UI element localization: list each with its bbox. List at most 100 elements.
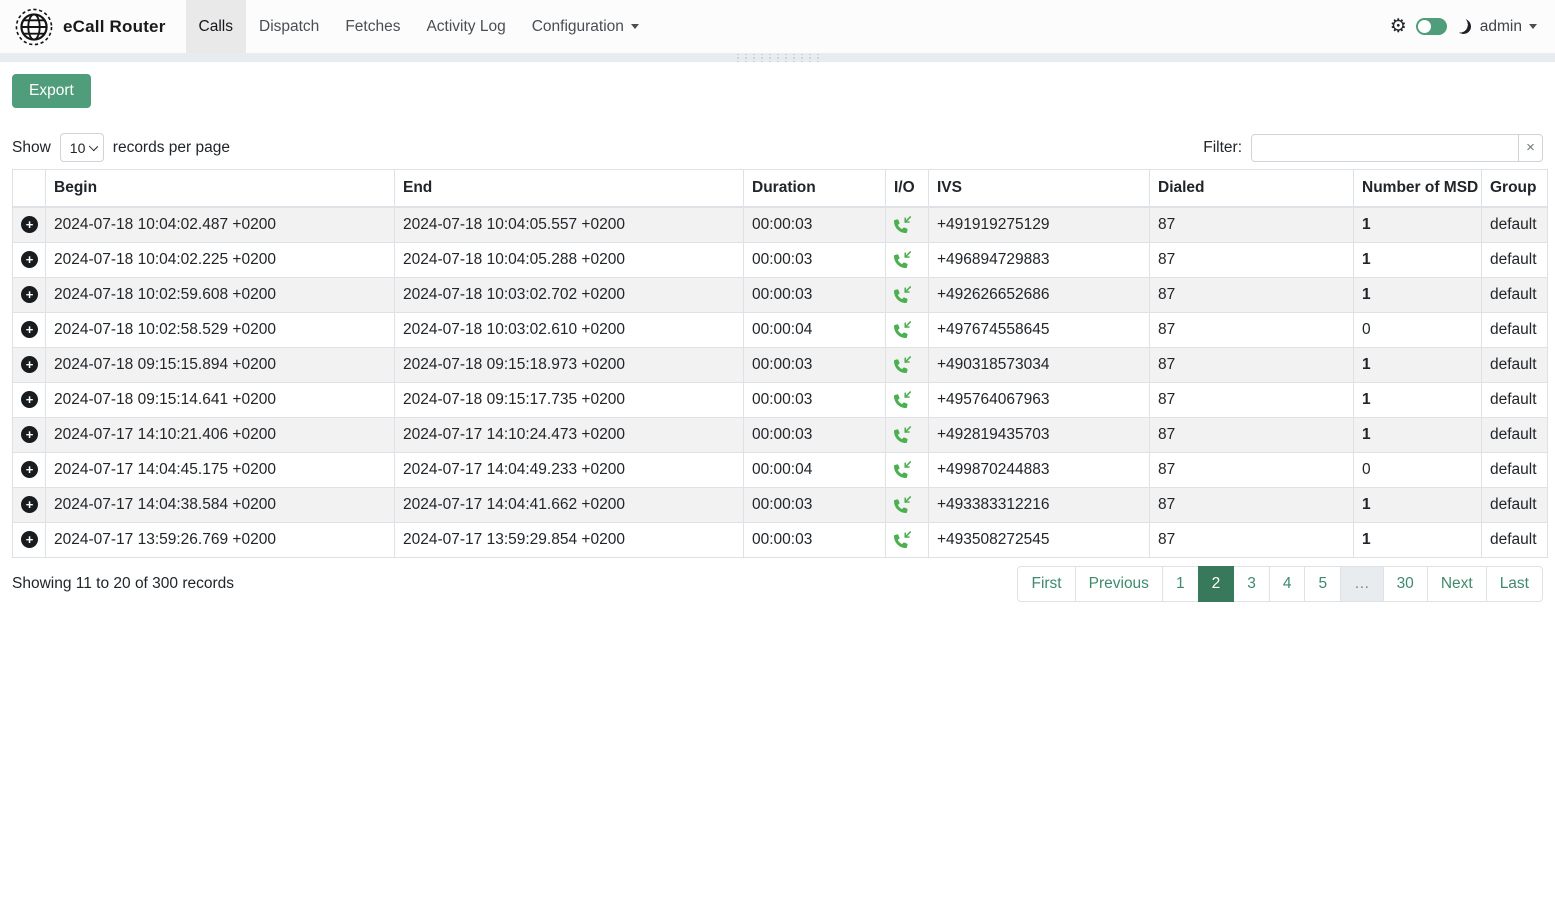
theme-toggle-switch[interactable] [1416, 18, 1447, 35]
page-button-first[interactable]: First [1017, 566, 1075, 602]
begin-cell: 2024-07-17 14:10:21.406 +0200 [46, 418, 395, 453]
begin-cell: 2024-07-17 14:04:38.584 +0200 [46, 488, 395, 523]
resize-grip-handle[interactable] [733, 54, 823, 62]
page-button-5[interactable]: 5 [1304, 566, 1341, 602]
page-size-control: Show 10 records per page [12, 133, 230, 162]
duration-cell: 00:00:04 [744, 453, 886, 488]
nav-tab-dispatch[interactable]: Dispatch [246, 0, 332, 53]
page-button-4[interactable]: 4 [1269, 566, 1306, 602]
ivs-cell: +493508272545 [929, 523, 1150, 558]
plus-icon: + [26, 533, 34, 546]
expand-row-button[interactable]: + [21, 356, 38, 373]
filter-input[interactable] [1251, 134, 1519, 162]
plus-icon: + [26, 498, 34, 511]
chevron-down-icon [631, 24, 639, 29]
dialed-cell: 87 [1150, 348, 1354, 383]
user-menu[interactable]: admin [1480, 18, 1537, 36]
io-cell [886, 348, 929, 383]
close-icon: × [1526, 139, 1535, 156]
column-header-duration[interactable]: Duration [744, 170, 886, 208]
filter-label: Filter: [1203, 139, 1242, 157]
expand-row-button[interactable]: + [21, 286, 38, 303]
clear-filter-button[interactable]: × [1518, 134, 1543, 162]
plus-icon: + [26, 218, 34, 231]
table-row: + 2024-07-17 14:04:45.175 +0200 2024-07-… [13, 453, 1548, 488]
end-cell: 2024-07-18 09:15:17.735 +0200 [395, 383, 744, 418]
expand-row-button[interactable]: + [21, 461, 38, 478]
brand-link[interactable]: eCall Router [0, 0, 186, 53]
msd-cell: 1 [1354, 488, 1482, 523]
column-header-expand [13, 170, 46, 208]
group-cell: default [1482, 243, 1548, 278]
msd-cell: 1 [1354, 278, 1482, 313]
expand-row-button[interactable]: + [21, 531, 38, 548]
column-header-dialed[interactable]: Dialed [1150, 170, 1354, 208]
end-cell: 2024-07-18 10:04:05.288 +0200 [395, 243, 744, 278]
ivs-cell: +491919275129 [929, 207, 1150, 243]
incoming-call-icon [894, 251, 911, 268]
column-header-number-of-msd[interactable]: Number of MSD [1354, 170, 1482, 208]
plus-icon: + [26, 428, 34, 441]
dialed-cell: 87 [1150, 207, 1354, 243]
dialed-cell: 87 [1150, 243, 1354, 278]
dialed-cell: 87 [1150, 418, 1354, 453]
page-button-30[interactable]: 30 [1383, 566, 1428, 602]
column-header-end[interactable]: End [395, 170, 744, 208]
table-row: + 2024-07-18 10:04:02.225 +0200 2024-07-… [13, 243, 1548, 278]
group-cell: default [1482, 418, 1548, 453]
records-per-page-label: records per page [113, 139, 230, 157]
table-row: + 2024-07-18 10:02:58.529 +0200 2024-07-… [13, 313, 1548, 348]
group-cell: default [1482, 453, 1548, 488]
page-button-1[interactable]: 1 [1162, 566, 1199, 602]
export-button[interactable]: Export [12, 74, 91, 108]
msd-cell: 1 [1354, 523, 1482, 558]
end-cell: 2024-07-17 14:10:24.473 +0200 [395, 418, 744, 453]
plus-icon: + [26, 323, 34, 336]
duration-cell: 00:00:03 [744, 383, 886, 418]
nav-tab-calls[interactable]: Calls [186, 0, 246, 53]
expand-row-button[interactable]: + [21, 321, 38, 338]
page-size-select[interactable]: 10 [60, 133, 104, 162]
group-cell: default [1482, 488, 1548, 523]
table-header: BeginEndDurationI/OIVSDialedNumber of MS… [13, 170, 1548, 208]
table-row: + 2024-07-18 10:02:59.608 +0200 2024-07-… [13, 278, 1548, 313]
username: admin [1480, 18, 1522, 36]
expand-row-button[interactable]: + [21, 251, 38, 268]
expand-row-button[interactable]: + [21, 426, 38, 443]
expand-row-button[interactable]: + [21, 216, 38, 233]
ivs-cell: +492819435703 [929, 418, 1150, 453]
toggle-knob [1418, 20, 1431, 33]
nav-tab-fetches[interactable]: Fetches [332, 0, 413, 53]
plus-icon: + [26, 288, 34, 301]
begin-cell: 2024-07-17 13:59:26.769 +0200 [46, 523, 395, 558]
column-header-i-o[interactable]: I/O [886, 170, 929, 208]
page-button-previous[interactable]: Previous [1075, 566, 1163, 602]
io-cell [886, 523, 929, 558]
duration-cell: 00:00:04 [744, 313, 886, 348]
plus-icon: + [26, 358, 34, 371]
nav-tab-activity-log[interactable]: Activity Log [413, 0, 518, 53]
records-summary: Showing 11 to 20 of 300 records [12, 575, 234, 593]
expand-row-button[interactable]: + [21, 391, 38, 408]
column-header-ivs[interactable]: IVS [929, 170, 1150, 208]
table-body: + 2024-07-18 10:04:02.487 +0200 2024-07-… [13, 207, 1548, 558]
nav-dropdown-configuration[interactable]: Configuration [519, 0, 652, 53]
expand-cell: + [13, 488, 46, 523]
incoming-call-icon [894, 426, 911, 443]
incoming-call-icon [894, 286, 911, 303]
table-row: + 2024-07-17 14:04:38.584 +0200 2024-07-… [13, 488, 1548, 523]
column-header-begin[interactable]: Begin [46, 170, 395, 208]
plus-icon: + [26, 463, 34, 476]
page-button-3[interactable]: 3 [1233, 566, 1270, 602]
group-cell: default [1482, 278, 1548, 313]
dialed-cell: 87 [1150, 278, 1354, 313]
page-button-last[interactable]: Last [1486, 566, 1543, 602]
page-button-2[interactable]: 2 [1198, 566, 1235, 602]
page-button--: … [1340, 566, 1384, 602]
group-cell: default [1482, 348, 1548, 383]
incoming-call-icon [894, 216, 911, 233]
page-button-next[interactable]: Next [1427, 566, 1487, 602]
expand-row-button[interactable]: + [21, 496, 38, 513]
column-header-group[interactable]: Group [1482, 170, 1548, 208]
io-cell [886, 383, 929, 418]
